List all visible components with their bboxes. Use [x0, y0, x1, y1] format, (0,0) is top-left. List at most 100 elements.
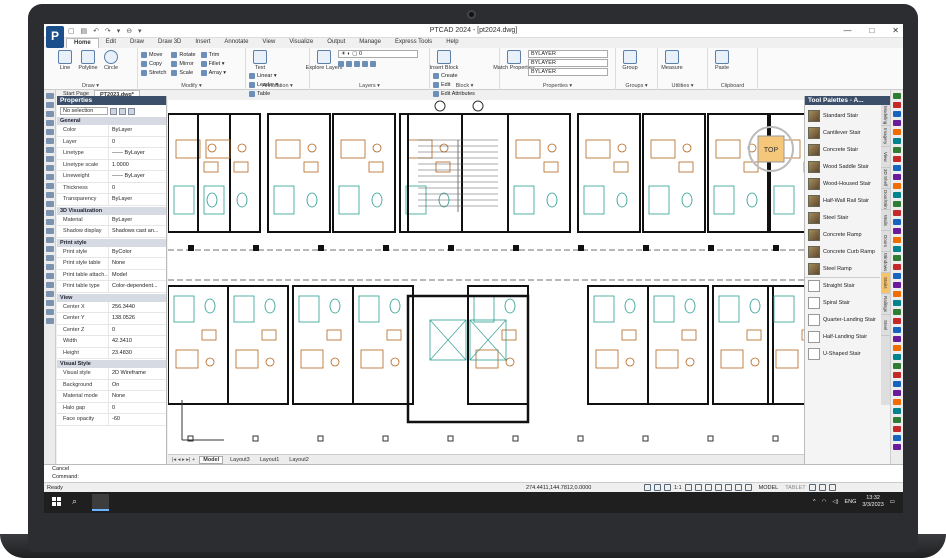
right-tool-icon[interactable]	[893, 192, 901, 198]
input-language[interactable]: ENG	[844, 499, 856, 505]
property-value[interactable]: 0	[109, 137, 115, 148]
layout-tab-layout2[interactable]: Layout2	[286, 457, 312, 463]
left-tool-icon[interactable]	[46, 219, 54, 225]
property-row[interactable]: Lineweight —— ByLayer	[57, 171, 166, 183]
property-row[interactable]: Thickness 0	[57, 182, 166, 194]
left-tool-icon[interactable]	[46, 129, 54, 135]
tab-draw-3d[interactable]: Draw 3D	[151, 38, 188, 48]
property-row[interactable]: Shadow display Shadows cast an...	[57, 226, 166, 238]
tab-manage[interactable]: Manage	[352, 38, 388, 48]
viewcube-label[interactable]: TOP	[764, 147, 779, 154]
property-value[interactable]: -60	[109, 414, 120, 425]
windows-start-button[interactable]	[52, 497, 62, 507]
insert-block-button[interactable]: Insert Block	[430, 50, 458, 71]
left-tool-icon[interactable]	[46, 228, 54, 234]
property-row[interactable]: Center X 256.3440	[57, 301, 166, 313]
property-value[interactable]: Model	[109, 270, 127, 281]
layout-nav-arrows[interactable]: |◂ ◂ ▸ ▸| +	[172, 457, 195, 463]
line-button[interactable]: Line	[54, 50, 76, 71]
left-tool-icon[interactable]	[46, 147, 54, 153]
palette-item[interactable]: Concrete Curb Ramp	[805, 243, 880, 260]
move-button[interactable]: Move	[141, 50, 166, 59]
right-tool-icon[interactable]	[893, 363, 901, 369]
filter-icon[interactable]	[128, 107, 135, 115]
layer-dropdown[interactable]: ☀ ◐ ▢ 0	[337, 50, 418, 58]
tab-annotate[interactable]: Annotate	[217, 38, 255, 48]
properties-section-header[interactable]: Visual Style	[57, 360, 166, 368]
properties-section-header[interactable]: 3D Visualization	[57, 206, 166, 215]
tab-visualize[interactable]: Visualize	[282, 38, 320, 48]
right-tool-icon[interactable]	[893, 408, 901, 414]
right-tool-icon[interactable]	[893, 255, 901, 261]
tray-chevron-icon[interactable]: ^	[813, 499, 816, 505]
property-row[interactable]: Material mode None	[57, 391, 166, 403]
palette-item[interactable]: Wood Saddle Stair	[805, 158, 880, 175]
tab-express-tools[interactable]: Express Tools	[388, 38, 439, 48]
property-value[interactable]: 23.4830	[109, 348, 132, 359]
palette-item[interactable]: Steel Ramp	[805, 260, 880, 277]
copy-button[interactable]: Copy	[141, 59, 166, 68]
right-tool-icon[interactable]	[893, 273, 901, 279]
left-tool-icon[interactable]	[46, 138, 54, 144]
left-tool-icon[interactable]	[46, 174, 54, 180]
left-tool-icon[interactable]	[46, 273, 54, 279]
palette-item[interactable]: U-Shaped Stair	[805, 345, 880, 362]
right-tool-icon[interactable]	[893, 435, 901, 441]
create-block-button[interactable]: Create	[433, 71, 475, 80]
app-logo[interactable]: P	[46, 26, 64, 48]
right-tool-icon[interactable]	[893, 246, 901, 252]
left-tool-icon[interactable]	[46, 291, 54, 297]
minimize-button[interactable]: —	[843, 26, 851, 35]
match-properties-button[interactable]: Match Properties	[493, 50, 535, 71]
right-tool-icon[interactable]	[893, 147, 901, 153]
right-tool-icon[interactable]	[893, 291, 901, 297]
palette-side-tab[interactable]: 3D Shelf	[881, 168, 890, 189]
model-space-button[interactable]: MODEL	[759, 485, 779, 491]
property-row[interactable]: Color ByLayer	[57, 125, 166, 137]
property-value[interactable]: 0	[109, 403, 115, 414]
right-tool-icon[interactable]	[893, 417, 901, 423]
property-row[interactable]: Linetype scale 1.0000	[57, 159, 166, 171]
grid-toggle-icon[interactable]	[644, 484, 651, 491]
right-tool-icon[interactable]	[893, 156, 901, 162]
trim-button[interactable]: Trim	[200, 50, 226, 59]
right-tool-icon[interactable]	[893, 264, 901, 270]
property-row[interactable]: Height 23.4830	[57, 347, 166, 359]
right-tool-icon[interactable]	[893, 201, 901, 207]
lineweight-dropdown[interactable]: BYLAYER	[527, 68, 608, 76]
paste-button[interactable]: Paste	[711, 50, 733, 71]
property-value[interactable]: —— ByLayer	[109, 171, 145, 182]
left-tool-icon[interactable]	[46, 93, 54, 99]
ortho-toggle-icon[interactable]	[664, 484, 671, 491]
right-tool-icon[interactable]	[893, 381, 901, 387]
property-row[interactable]: Layer 0	[57, 136, 166, 148]
tab-output[interactable]: Output	[320, 38, 352, 48]
right-tool-icon[interactable]	[893, 219, 901, 225]
left-tool-icon[interactable]	[46, 264, 54, 270]
color-dropdown[interactable]: BYLAYER	[527, 50, 608, 58]
property-value[interactable]: 42.3410	[109, 336, 132, 347]
drawing-canvas[interactable]: TOP	[168, 100, 804, 454]
annotation-scale[interactable]: 1:1	[674, 485, 682, 491]
workspace-icon[interactable]	[818, 484, 826, 491]
left-tool-icon[interactable]	[46, 255, 54, 261]
otrack-toggle-icon[interactable]	[704, 484, 712, 491]
left-tool-icon[interactable]	[46, 165, 54, 171]
lineweight-toggle-icon[interactable]	[714, 484, 722, 491]
palette-item[interactable]: Cantilever Stair	[805, 124, 880, 141]
property-value[interactable]: 0	[109, 325, 115, 336]
right-tool-icon[interactable]	[893, 399, 901, 405]
close-button[interactable]: ✕	[892, 26, 899, 35]
fillet-button[interactable]: Fillet ▾	[200, 59, 226, 68]
volume-icon[interactable]: ◁)	[832, 499, 838, 505]
right-tool-icon[interactable]	[893, 345, 901, 351]
right-tool-icon[interactable]	[893, 300, 901, 306]
table-button[interactable]: Table	[249, 89, 278, 98]
properties-section-header[interactable]: View	[57, 293, 166, 302]
palette-side-tab[interactable]: Door/Win	[881, 189, 890, 210]
property-row[interactable]: Face opacity -60	[57, 414, 166, 426]
tab-insert[interactable]: Insert	[188, 38, 217, 48]
command-prompt[interactable]: Command:	[44, 473, 903, 481]
taskbar-clock[interactable]: 13:32 3/3/2023	[862, 495, 883, 509]
layout-tab-layout1[interactable]: Layout1	[257, 457, 283, 463]
